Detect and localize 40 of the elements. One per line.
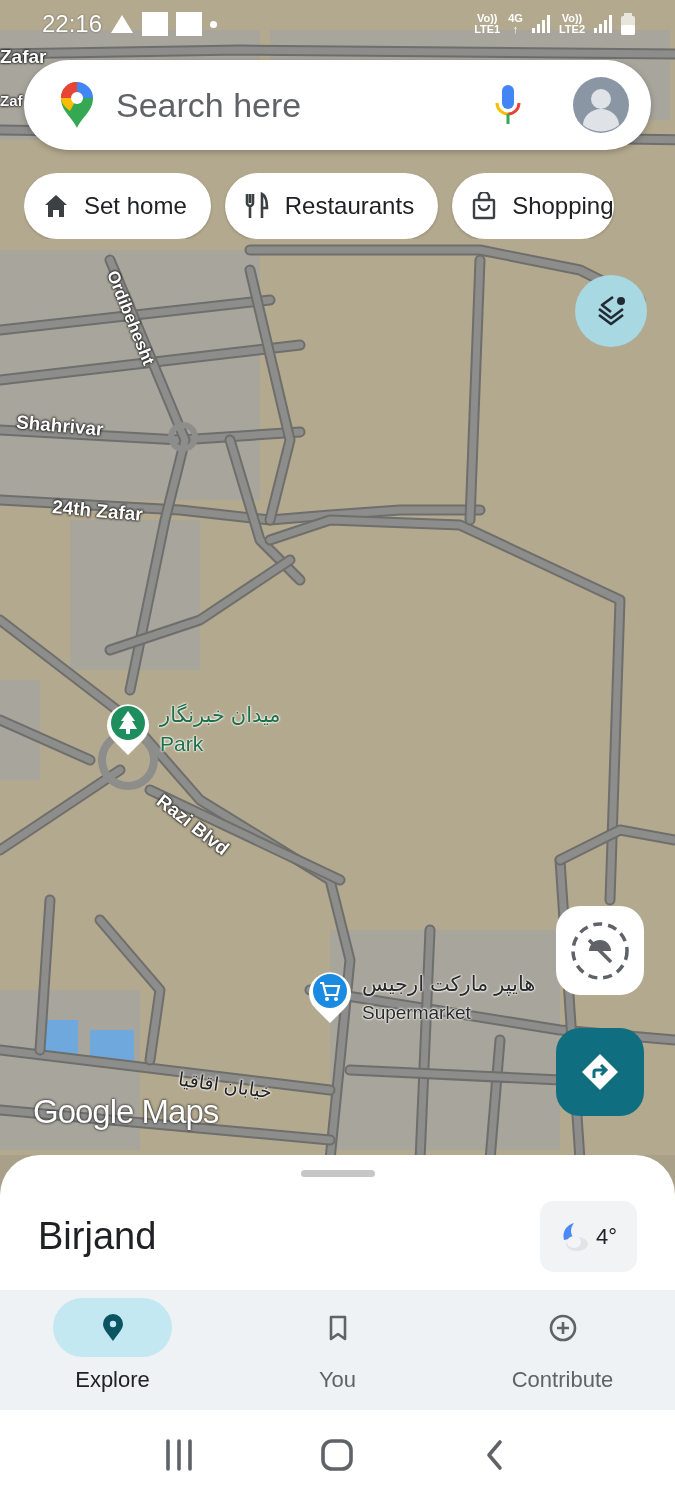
network-label: 4G (508, 13, 523, 24)
street-label: 24th Zafar (51, 496, 144, 526)
notification-icon (176, 12, 203, 36)
battery-icon (621, 13, 635, 35)
nav-tab[interactable]: You (225, 1290, 450, 1410)
network-label: Vo)) (476, 13, 498, 24)
signal-icon (593, 14, 613, 34)
drag-handle[interactable] (300, 1170, 375, 1177)
network-label: LTE2 (558, 24, 585, 35)
network-label: ↑ (512, 24, 519, 35)
plus-circle-icon (548, 1313, 577, 1342)
place-title: Birjand (38, 1215, 157, 1258)
nav-tab[interactable]: Explore (0, 1290, 225, 1410)
nav-tab[interactable]: Contribute (450, 1290, 675, 1410)
warning-icon (110, 14, 135, 34)
street-label: Shahrivar (15, 411, 105, 441)
location-button[interactable] (556, 906, 644, 995)
place-category: Supermarket (362, 1002, 471, 1024)
microphone-icon[interactable] (495, 85, 521, 125)
home-button-icon[interactable] (321, 1439, 354, 1471)
turn-arrow-icon (580, 1052, 620, 1092)
network-label: Vo)) (561, 13, 583, 24)
category-chip[interactable]: Shopping (452, 173, 614, 239)
location-off-icon (569, 919, 631, 982)
search-field[interactable]: Search here (106, 80, 483, 130)
roundabout (168, 422, 198, 452)
category-chip[interactable]: Restaurants (224, 173, 439, 239)
dot-icon (210, 20, 218, 28)
street-label: Zaf (0, 92, 23, 109)
signal-icon (530, 14, 551, 34)
weather-chip[interactable]: 4° (540, 1201, 637, 1272)
directions-button[interactable] (556, 1028, 644, 1116)
place-name[interactable]: هایپر مارکت ارجیس (362, 972, 536, 996)
network-label: LTE1 (474, 24, 501, 35)
category-chip[interactable]: Set home (24, 173, 211, 239)
place-category: Park (160, 732, 204, 756)
clock-time: 22:16 (42, 10, 103, 38)
avatar-icon[interactable] (573, 77, 629, 133)
maps-pin-logo-icon (60, 81, 94, 129)
notification-icon (142, 12, 169, 36)
